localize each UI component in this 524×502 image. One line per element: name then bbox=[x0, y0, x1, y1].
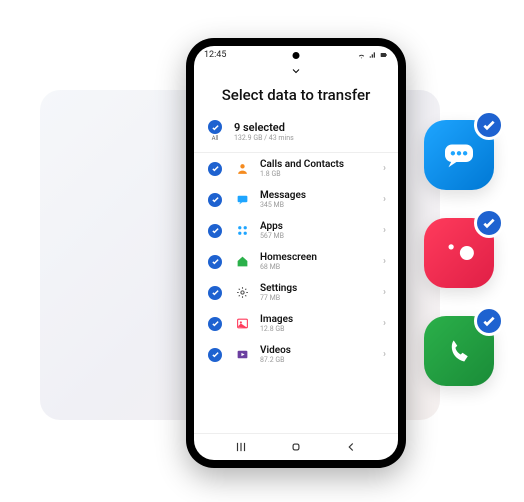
android-navbar bbox=[194, 433, 398, 460]
status-indicators bbox=[357, 51, 388, 60]
item-label: Videos bbox=[260, 345, 373, 356]
item-checkbox[interactable] bbox=[208, 348, 222, 362]
item-checkbox[interactable] bbox=[208, 193, 222, 207]
video-icon bbox=[234, 348, 250, 361]
home-icon bbox=[234, 255, 250, 268]
select-all-checkbox[interactable] bbox=[208, 120, 222, 134]
item-checkbox[interactable] bbox=[208, 162, 222, 176]
chevron-right-icon: › bbox=[383, 318, 386, 329]
item-checkbox[interactable] bbox=[208, 255, 222, 269]
item-label: Messages bbox=[260, 190, 373, 201]
chevron-right-icon: › bbox=[383, 349, 386, 360]
item-label: Images bbox=[260, 314, 373, 325]
item-size: 87.2 GB bbox=[260, 356, 373, 364]
item-label: Apps bbox=[260, 221, 373, 232]
item-size: 567 MB bbox=[260, 232, 373, 240]
phone-screen: 12:45 Select data to transfer All 9 bbox=[194, 46, 398, 460]
side-app-icons bbox=[424, 120, 494, 386]
page-title: Select data to transfer bbox=[194, 82, 398, 114]
wifi-icon bbox=[357, 51, 366, 60]
message-icon bbox=[234, 193, 250, 206]
nav-home-button[interactable] bbox=[289, 440, 303, 454]
list-item[interactable]: Images12.8 GB › bbox=[194, 308, 398, 339]
item-size: 1.8 GB bbox=[260, 170, 373, 178]
item-label: Calls and Contacts bbox=[260, 159, 373, 170]
content-area: All 9 selected 132.9 GB / 43 mins Calls … bbox=[194, 114, 398, 433]
selection-count: 9 selected bbox=[234, 121, 294, 134]
chevron-right-icon: › bbox=[383, 287, 386, 298]
item-list: Calls and Contacts1.8 GB › Messages345 MB ›… bbox=[194, 153, 398, 370]
chevron-right-icon: › bbox=[383, 225, 386, 236]
selection-meta: 132.9 GB / 43 mins bbox=[234, 134, 294, 142]
item-size: 77 MB bbox=[260, 294, 373, 302]
item-size: 12.8 GB bbox=[260, 325, 373, 333]
select-all-label: All bbox=[212, 135, 219, 142]
app-selected-check-icon bbox=[474, 208, 504, 238]
chevron-right-icon: › bbox=[383, 256, 386, 267]
app-selected-check-icon bbox=[474, 306, 504, 336]
item-checkbox[interactable] bbox=[208, 224, 222, 238]
list-item[interactable]: Videos87.2 GB › bbox=[194, 339, 398, 370]
apps-icon bbox=[234, 224, 250, 237]
list-item[interactable]: Apps567 MB › bbox=[194, 215, 398, 246]
item-size: 345 MB bbox=[260, 201, 373, 209]
app-selected-check-icon bbox=[474, 110, 504, 140]
list-item[interactable]: Settings77 MB › bbox=[194, 277, 398, 308]
item-label: Settings bbox=[260, 283, 373, 294]
item-size: 68 MB bbox=[260, 263, 373, 271]
expand-handle-icon[interactable] bbox=[194, 62, 398, 82]
phone-frame: 12:45 Select data to transfer All 9 bbox=[186, 38, 406, 468]
messages-app[interactable] bbox=[424, 120, 494, 190]
status-time: 12:45 bbox=[204, 50, 226, 60]
list-item[interactable]: Calls and Contacts1.8 GB › bbox=[194, 153, 398, 184]
camera-app[interactable] bbox=[424, 218, 494, 288]
item-checkbox[interactable] bbox=[208, 286, 222, 300]
chevron-right-icon: › bbox=[383, 194, 386, 205]
nav-recents-button[interactable] bbox=[234, 440, 248, 454]
list-item[interactable]: Messages345 MB › bbox=[194, 184, 398, 215]
summary-row[interactable]: All 9 selected 132.9 GB / 43 mins bbox=[194, 114, 398, 153]
settings-icon bbox=[234, 286, 250, 299]
item-checkbox[interactable] bbox=[208, 317, 222, 331]
status-bar: 12:45 bbox=[194, 46, 398, 62]
phone-app[interactable] bbox=[424, 316, 494, 386]
signal-icon bbox=[369, 51, 377, 59]
contact-icon bbox=[234, 162, 250, 175]
nav-back-button[interactable] bbox=[344, 440, 358, 454]
item-label: Homescreen bbox=[260, 252, 373, 263]
battery-icon bbox=[380, 51, 388, 59]
image-icon bbox=[234, 317, 250, 330]
list-item[interactable]: Homescreen68 MB › bbox=[194, 246, 398, 277]
chevron-right-icon: › bbox=[383, 163, 386, 174]
